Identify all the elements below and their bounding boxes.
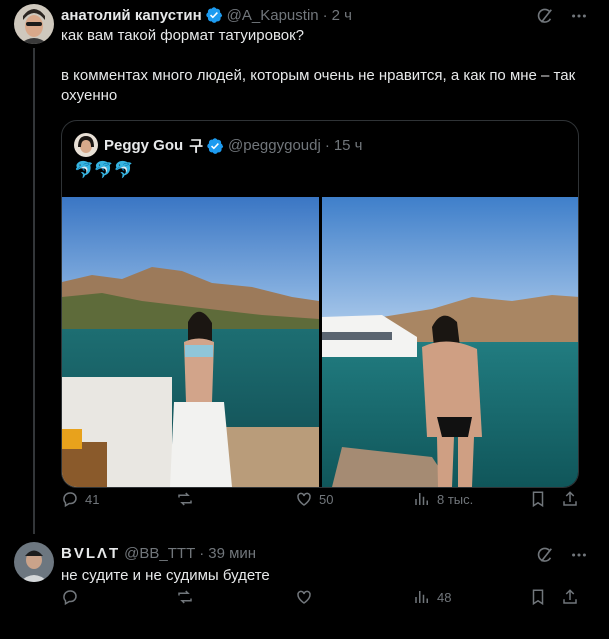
repost-icon (178, 590, 192, 604)
post-time[interactable]: 2 ч (332, 7, 352, 24)
more-options-icon[interactable] (569, 545, 589, 565)
tweet-reply[interactable]: BVLΛT @BB_TTT · 39 мин не судите и не су… (0, 540, 609, 639)
share-icon (563, 589, 577, 604)
quoted-text-emoji: 🐬🐬🐬 (74, 162, 134, 179)
reply-top-actions (535, 545, 589, 565)
repost-icon (178, 492, 192, 506)
views-button[interactable]: 48 (413, 588, 451, 606)
bookmark-button[interactable] (529, 588, 547, 606)
bookmark-icon (532, 491, 544, 508)
like-button[interactable] (295, 588, 319, 606)
separator-dot: · (199, 545, 205, 562)
author-handle[interactable]: @A_Kapustin (227, 7, 319, 24)
tweet-text-line1: как вам такой формат татуировок? (61, 27, 305, 44)
views-count: 8 тыс. (437, 491, 474, 507)
quoted-header: Peggy Gou 구 @peggygoudj · 15 ч (104, 135, 362, 156)
tweet-main[interactable]: анатолий капустин @A_Kapustin · 2 ч как … (0, 0, 609, 534)
reply-time[interactable]: 39 мин (208, 545, 256, 562)
share-icon (563, 491, 577, 506)
thread-line (33, 48, 35, 534)
heart-icon (297, 590, 311, 604)
tweet-top-actions (535, 6, 589, 26)
bookmark-icon (532, 589, 544, 606)
avatar-reply-author[interactable] (14, 542, 54, 582)
avatar-author[interactable] (14, 4, 54, 44)
bookmark-button[interactable] (529, 490, 547, 508)
author-name[interactable]: анатолий капустин (61, 7, 202, 24)
reply-author-name[interactable]: BVLΛT (61, 545, 120, 562)
verified-badge-icon (205, 6, 223, 24)
reply-handle[interactable]: @BB_TTT (124, 545, 195, 562)
quoted-tweet-card[interactable]: Peggy Gou 구 @peggygoudj · 15 ч 🐬🐬🐬 (61, 120, 579, 488)
quoted-author-name[interactable]: Peggy Gou (104, 137, 183, 154)
photo-left[interactable] (62, 197, 319, 487)
grok-icon[interactable] (535, 545, 555, 565)
views-icon (415, 493, 428, 505)
heart-icon (297, 492, 311, 506)
reply-icon (63, 590, 77, 606)
views-icon (415, 591, 428, 603)
like-count: 50 (319, 491, 334, 507)
avatar-quoted-author[interactable] (74, 133, 98, 157)
views-count: 48 (437, 589, 452, 605)
share-button[interactable] (561, 588, 579, 606)
share-button[interactable] (561, 490, 579, 508)
photo-right[interactable] (322, 197, 578, 487)
quoted-time[interactable]: 15 ч (334, 137, 363, 154)
reply-button[interactable] (61, 588, 85, 606)
reply-button[interactable]: 41 (61, 490, 99, 508)
tweet-text-line2: в комментах много людей, которым очень н… (61, 67, 576, 104)
separator-dot: · (324, 137, 330, 154)
verified-badge-icon (206, 137, 224, 155)
tweet-text: как вам такой формат татуировок? в комме… (61, 26, 591, 106)
like-button[interactable]: 50 (295, 490, 333, 508)
repost-button[interactable] (176, 588, 200, 606)
separator-dot: · (322, 6, 328, 24)
grok-icon[interactable] (535, 6, 555, 26)
repost-button[interactable] (176, 490, 200, 508)
reply-count: 41 (85, 491, 100, 507)
quoted-name-suffix: 구 (189, 138, 203, 155)
reply-icon (63, 492, 77, 508)
reply-text: не судите и не судимы будете (61, 567, 270, 584)
more-options-icon[interactable] (569, 6, 589, 26)
tweet-header: анатолий капустин @A_Kapustin · 2 ч (61, 6, 352, 24)
quoted-handle[interactable]: @peggygoudj (228, 137, 321, 154)
views-button[interactable]: 8 тыс. (413, 490, 473, 508)
reply-header: BVLΛT @BB_TTT · 39 мин (61, 545, 256, 562)
